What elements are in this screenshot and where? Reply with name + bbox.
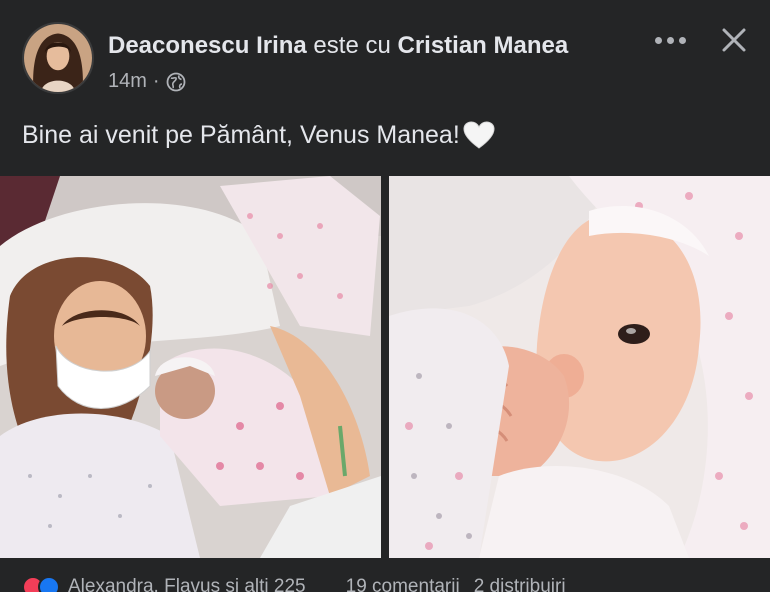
caption-text: Bine ai venit pe Pământ, Venus Manea! (22, 120, 460, 149)
reaction-icons[interactable] (22, 576, 60, 592)
with-text: este cu (313, 32, 391, 59)
globe-icon[interactable] (166, 72, 186, 92)
author-avatar[interactable] (22, 22, 94, 94)
post-meta: 14m · (108, 70, 186, 93)
post-timestamp[interactable]: 14m (108, 70, 147, 93)
post-caption: Bine ai venit pe Pământ, Venus Manea! (22, 120, 496, 150)
facebook-post: Deaconescu Irina este cu Cristian Manea … (0, 0, 770, 592)
tagged-person[interactable]: Cristian Manea (397, 32, 568, 59)
mother-with-newborn-photo[interactable] (0, 176, 381, 558)
like-reaction-icon (38, 576, 60, 592)
post-footer: Alexandra, Flavus și alți 225 19 comenta… (0, 572, 770, 592)
author-name[interactable]: Deaconescu Irina (108, 32, 307, 59)
newborn-closeup-photo[interactable] (389, 176, 770, 558)
author-line: Deaconescu Irina este cu Cristian Manea (108, 32, 568, 60)
more-horizontal-icon[interactable] (650, 28, 690, 52)
reactors-summary[interactable]: Alexandra, Flavus și alți 225 (68, 576, 306, 592)
shares-count[interactable]: 2 distribuiri (474, 576, 566, 592)
comments-count[interactable]: 19 comentarii (346, 576, 460, 592)
photo-grid (0, 176, 770, 558)
avatar-image (24, 24, 92, 92)
close-icon[interactable] (716, 22, 752, 58)
white-heart-icon (462, 120, 496, 150)
post-header: Deaconescu Irina este cu Cristian Manea … (0, 0, 770, 110)
meta-separator: · (152, 70, 160, 92)
